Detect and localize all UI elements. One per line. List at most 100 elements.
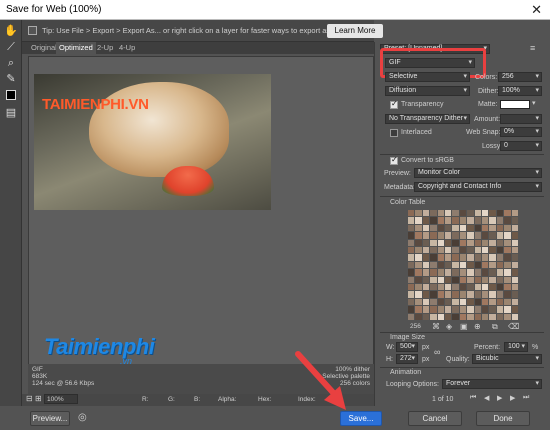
color-swatch[interactable] — [452, 224, 459, 232]
color-swatch[interactable] — [437, 246, 444, 254]
color-swatch[interactable] — [415, 261, 422, 269]
color-swatch[interactable] — [422, 283, 430, 291]
eyedropper-color-swatch[interactable] — [6, 90, 16, 100]
color-swatch[interactable] — [467, 246, 474, 254]
color-swatch[interactable] — [408, 269, 415, 276]
zoom-tool-icon[interactable]: ⌕ — [4, 56, 18, 70]
tip-checkbox[interactable] — [28, 26, 37, 35]
color-swatch[interactable] — [504, 276, 511, 283]
color-swatch[interactable] — [422, 313, 430, 320]
color-swatch[interactable] — [430, 254, 437, 261]
color-swatch[interactable] — [452, 217, 459, 224]
color-swatch[interactable] — [489, 306, 496, 313]
color-swatch[interactable] — [422, 239, 430, 246]
color-swatch[interactable] — [408, 254, 415, 261]
color-swatch[interactable] — [422, 217, 430, 224]
new-color-icon[interactable]: ⧉ — [492, 322, 498, 332]
color-swatch[interactable] — [474, 261, 481, 269]
color-swatch[interactable] — [511, 210, 518, 217]
zoom-level-select[interactable]: 100% — [44, 394, 78, 404]
color-swatch[interactable] — [452, 210, 459, 217]
color-swatch[interactable] — [437, 291, 444, 298]
color-swatch[interactable] — [415, 210, 422, 217]
color-swatch[interactable] — [437, 254, 444, 261]
color-swatch[interactable] — [482, 210, 489, 217]
color-swatch[interactable] — [415, 298, 422, 306]
color-swatch[interactable] — [415, 269, 422, 276]
color-swatch[interactable] — [459, 276, 467, 283]
color-swatch[interactable] — [467, 298, 474, 306]
color-swatch[interactable] — [504, 210, 511, 217]
link-proportions-icon[interactable]: ∞ — [434, 347, 440, 357]
color-swatch[interactable] — [459, 306, 467, 313]
color-swatch[interactable] — [415, 224, 422, 232]
color-swatch[interactable] — [430, 269, 437, 276]
color-swatch[interactable] — [504, 283, 511, 291]
color-swatch[interactable] — [467, 291, 474, 298]
color-swatch[interactable] — [437, 210, 444, 217]
color-swatch[interactable] — [511, 217, 518, 224]
color-swatch[interactable] — [445, 246, 452, 254]
color-swatch[interactable] — [511, 291, 518, 298]
tab-2-up[interactable]: 2-Up — [94, 42, 116, 54]
metadata-select[interactable]: Copyright and Contact Info — [414, 182, 542, 192]
color-swatch[interactable] — [496, 217, 504, 224]
color-swatch[interactable] — [504, 261, 511, 269]
color-swatch[interactable] — [408, 232, 415, 239]
color-swatch[interactable] — [474, 246, 481, 254]
color-swatch[interactable] — [496, 246, 504, 254]
color-swatch[interactable] — [459, 291, 467, 298]
color-swatch[interactable] — [489, 291, 496, 298]
color-swatch[interactable] — [459, 246, 467, 254]
color-swatch[interactable] — [467, 261, 474, 269]
color-swatch[interactable] — [415, 313, 422, 320]
color-swatch[interactable] — [437, 217, 444, 224]
color-swatch[interactable] — [482, 232, 489, 239]
add-color-icon[interactable]: ⊕ — [474, 322, 481, 331]
color-swatch[interactable] — [437, 313, 444, 320]
zoom-out-icon[interactable]: ⊟ — [26, 394, 33, 403]
color-swatch[interactable] — [482, 313, 489, 320]
color-swatch[interactable] — [459, 283, 467, 291]
color-swatch[interactable] — [482, 239, 489, 246]
color-swatch[interactable] — [496, 239, 504, 246]
color-swatch[interactable] — [437, 261, 444, 269]
color-swatch[interactable] — [511, 246, 518, 254]
color-swatch[interactable] — [489, 298, 496, 306]
color-swatch[interactable] — [422, 232, 430, 239]
color-swatch[interactable] — [482, 298, 489, 306]
color-swatch[interactable] — [511, 283, 518, 291]
color-swatch[interactable] — [496, 276, 504, 283]
color-swatch[interactable] — [422, 254, 430, 261]
color-swatch[interactable] — [422, 210, 430, 217]
color-swatch[interactable] — [504, 246, 511, 254]
color-swatch[interactable] — [437, 239, 444, 246]
tab-4-up[interactable]: 4-Up — [116, 42, 138, 54]
color-swatch[interactable] — [467, 232, 474, 239]
color-swatch[interactable] — [511, 276, 518, 283]
color-swatch[interactable] — [445, 239, 452, 246]
color-swatch[interactable] — [496, 269, 504, 276]
toggle-slices-icon[interactable]: ▤ — [4, 106, 18, 120]
color-swatch[interactable] — [437, 283, 444, 291]
color-swatch[interactable] — [482, 269, 489, 276]
color-swatch[interactable] — [430, 261, 437, 269]
color-swatch[interactable] — [504, 239, 511, 246]
color-swatch[interactable] — [437, 269, 444, 276]
last-frame-icon[interactable]: ⏭ — [523, 394, 529, 402]
reduction-select[interactable]: Selective — [385, 72, 470, 82]
color-swatch[interactable] — [482, 291, 489, 298]
color-swatch[interactable] — [430, 232, 437, 239]
browser-preview-icon[interactable]: ◎ — [78, 412, 87, 423]
color-swatch[interactable] — [452, 261, 459, 269]
color-swatch[interactable] — [496, 254, 504, 261]
color-swatch[interactable] — [408, 291, 415, 298]
color-swatch[interactable] — [452, 254, 459, 261]
color-swatch[interactable] — [459, 298, 467, 306]
delete-color-icon[interactable]: ⌫ — [508, 322, 519, 331]
color-swatch[interactable] — [422, 224, 430, 232]
color-swatch[interactable] — [408, 298, 415, 306]
color-swatch[interactable] — [459, 254, 467, 261]
web-shift-icon[interactable]: ◈ — [446, 322, 452, 331]
color-swatch[interactable] — [467, 269, 474, 276]
